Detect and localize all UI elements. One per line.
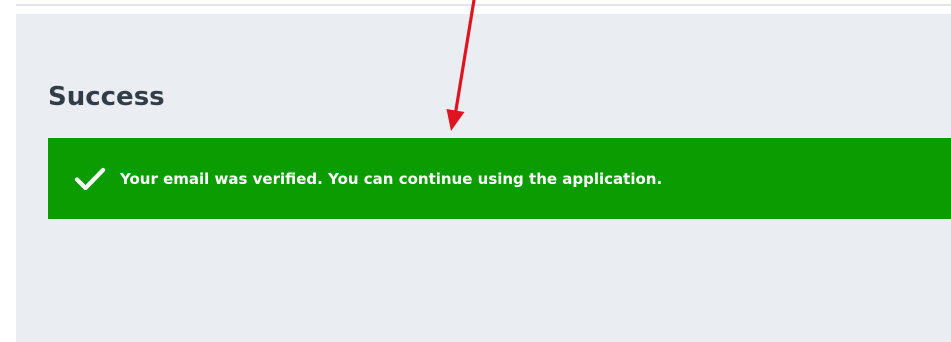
- annotation-arrow: [446, 0, 476, 131]
